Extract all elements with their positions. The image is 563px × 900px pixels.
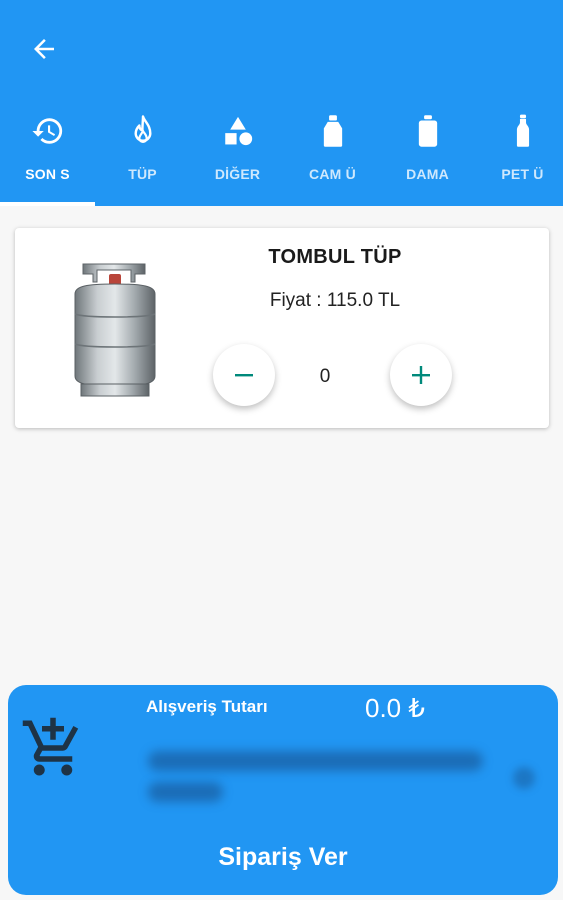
tab-cam-urunler[interactable]: CAM Ü: [285, 100, 380, 206]
add-to-cart-icon: [22, 717, 79, 776]
tab-damacana[interactable]: DAMA: [380, 100, 475, 206]
back-button[interactable]: [22, 27, 66, 71]
tab-label: DAMA: [406, 166, 449, 182]
arrow-back-icon: [34, 39, 54, 59]
cart-panel: Alışveriş Tutarı 0.0 ₺ Sipariş Ver: [8, 685, 558, 895]
shapes-icon: [224, 116, 252, 146]
app-bar: SON S TÜP DİĞER CAM Ü DAMA PET Ü: [0, 0, 563, 206]
product-price: Fiyat : 115.0 TL: [269, 290, 401, 311]
product-card: TOMBUL TÜP Fiyat : 115.0 TL 0: [15, 228, 549, 428]
bottle-icon: [323, 115, 342, 147]
tab-son-siparisler[interactable]: SON S: [0, 100, 95, 206]
tab-tup[interactable]: TÜP: [95, 100, 190, 206]
cart-total-value: 0.0 ₺: [365, 693, 425, 723]
flame-icon: [134, 115, 151, 144]
minus-icon: [235, 374, 253, 377]
place-order-button[interactable]: Sipariş Ver: [8, 843, 558, 872]
tab-label: PET Ü: [501, 166, 544, 182]
plus-icon: [412, 366, 430, 384]
decrease-quantity-button[interactable]: [213, 344, 275, 406]
quantity-value: 0: [319, 366, 331, 387]
history-icon: [31, 118, 62, 144]
increase-quantity-button[interactable]: [390, 344, 452, 406]
tab-label: CAM Ü: [309, 166, 356, 182]
tab-label: SON S: [25, 166, 70, 182]
tab-diger[interactable]: DİĞER: [190, 100, 285, 206]
tab-label: TÜP: [128, 166, 157, 182]
gas-cylinder-image: [74, 263, 156, 397]
tab-label: DİĞER: [214, 166, 261, 182]
blurred-info: [148, 751, 483, 771]
category-tabs: SON S TÜP DİĞER CAM Ü DAMA PET Ü: [0, 100, 563, 206]
blurred-icon: [513, 767, 535, 789]
blurred-info: [148, 782, 223, 802]
active-tab-indicator: [0, 202, 95, 206]
cart-total-label: Alışveriş Tutarı: [146, 697, 268, 716]
tab-pet-urunler[interactable]: PET Ü: [475, 100, 563, 206]
water-jug-icon: [418, 115, 437, 147]
pet-bottle-icon: [516, 114, 529, 147]
product-name: TOMBUL TÜP: [268, 246, 402, 268]
